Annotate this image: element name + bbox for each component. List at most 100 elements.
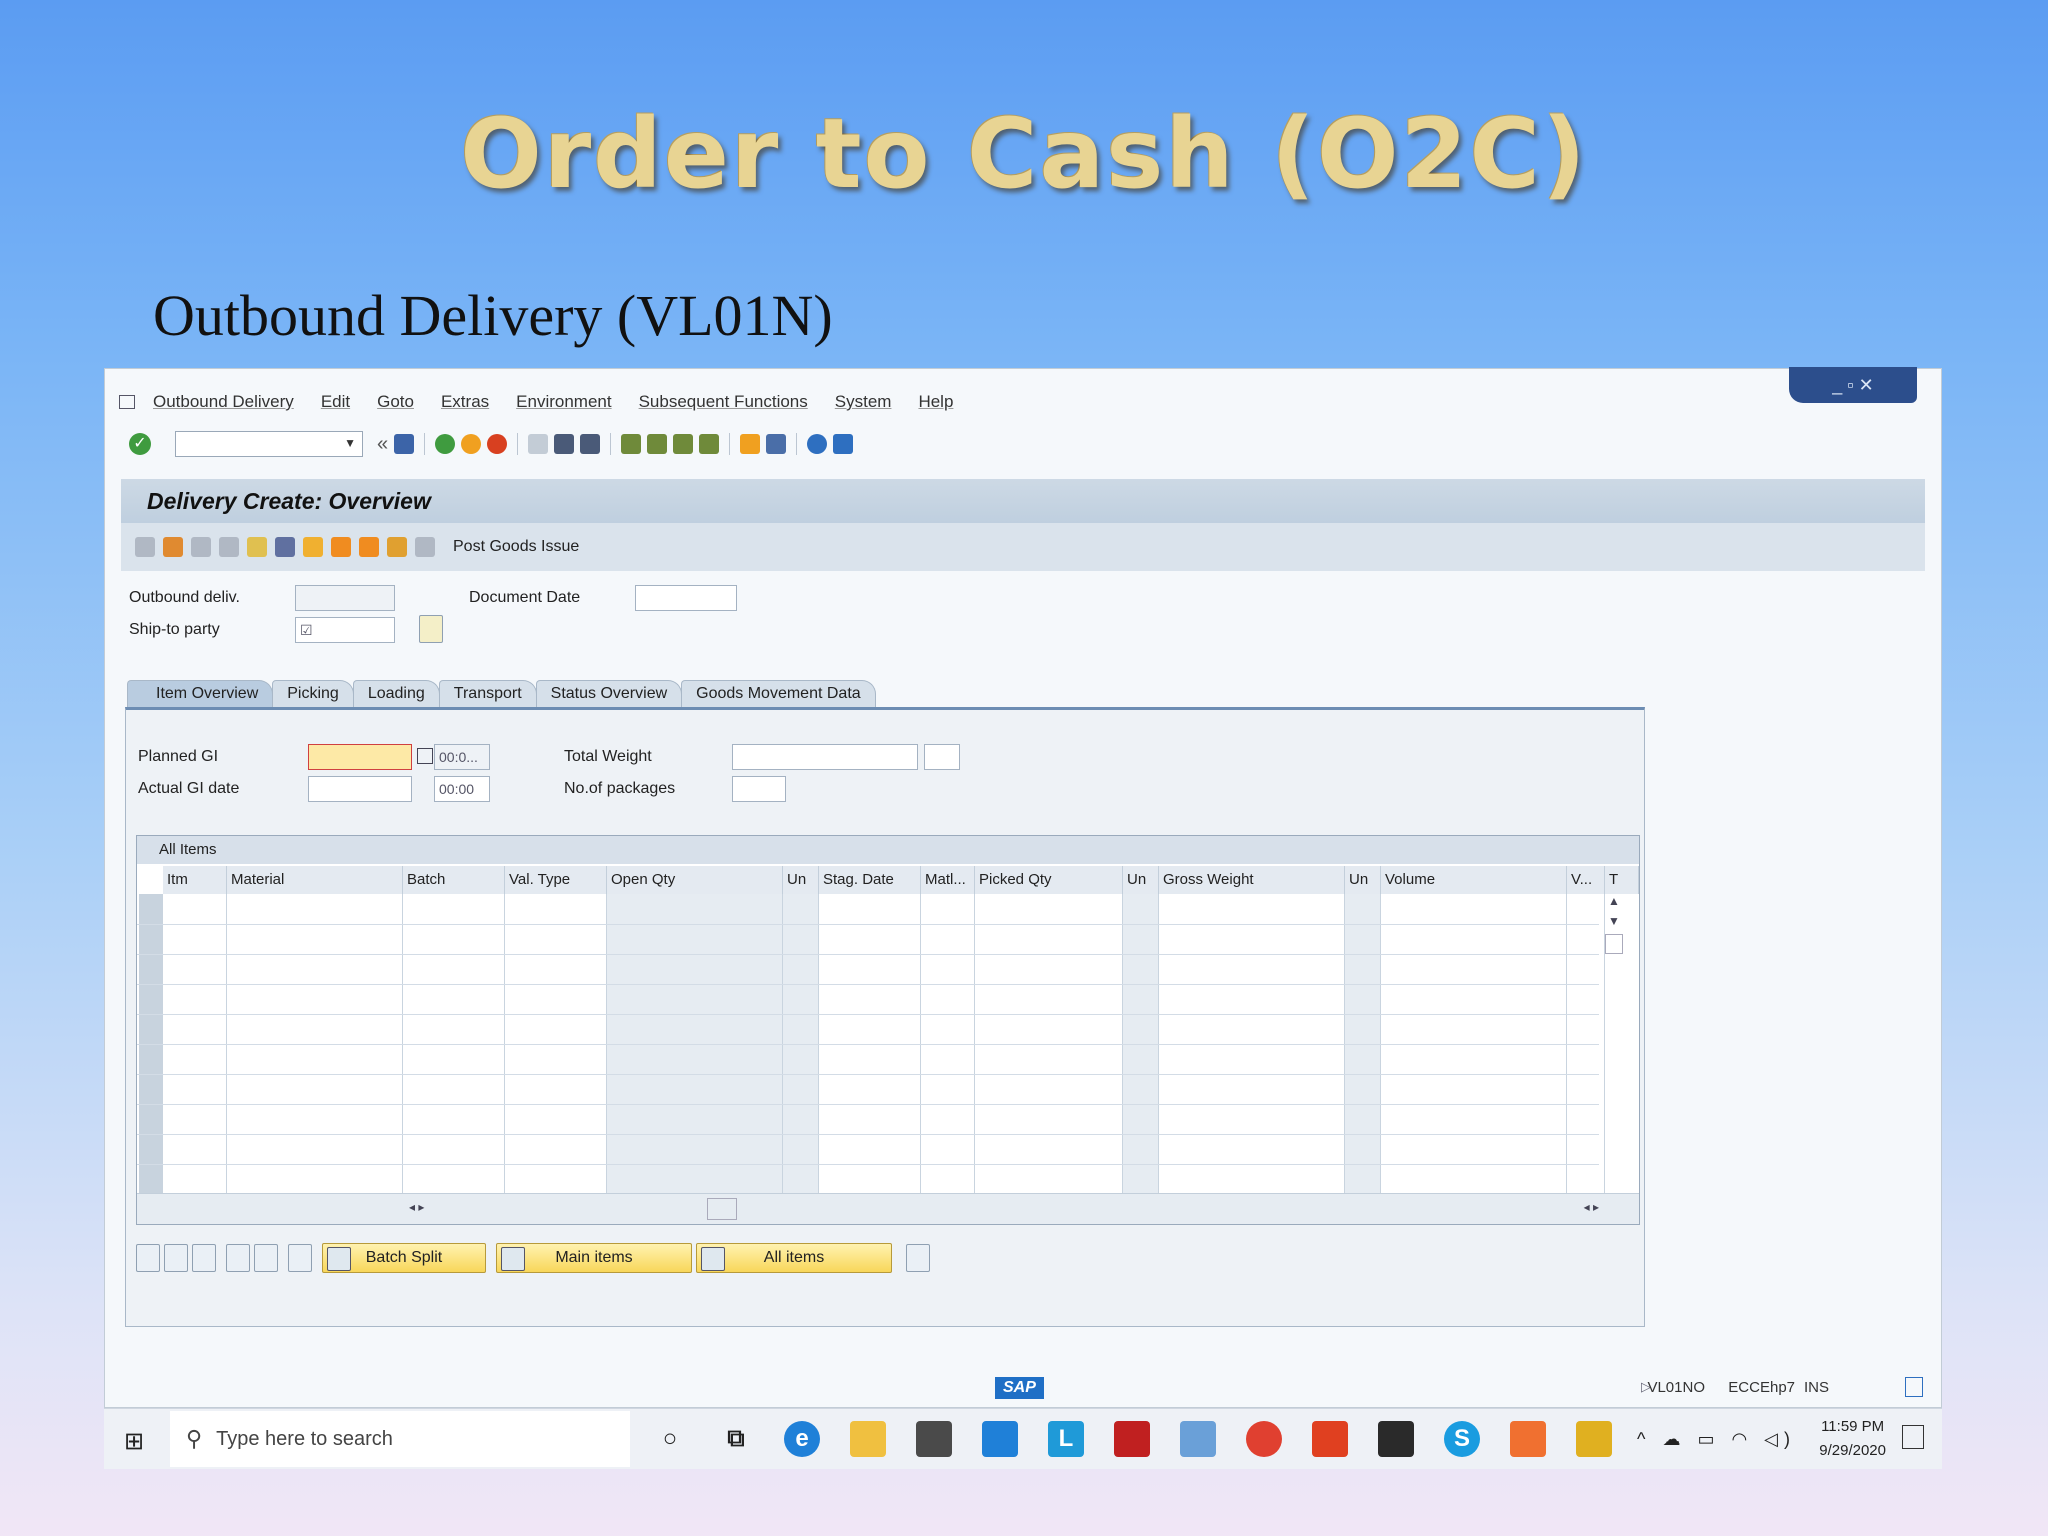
table-row[interactable] xyxy=(137,1044,1599,1045)
planned-gi-date-field[interactable] xyxy=(308,744,412,770)
column-header-unit-3[interactable]: Un xyxy=(1345,866,1381,894)
exit-icon[interactable] xyxy=(461,434,482,454)
outbound-delivery-field[interactable] xyxy=(295,585,395,611)
first-page-icon[interactable] xyxy=(621,434,642,454)
transaction-code[interactable]: VL01NO xyxy=(1647,1379,1705,1396)
print-icon[interactable] xyxy=(528,434,549,454)
header-details-icon[interactable] xyxy=(247,537,267,557)
app-icon[interactable] xyxy=(1180,1421,1216,1457)
column-header-val-type[interactable]: Val. Type xyxy=(505,866,607,894)
scroll-thumb-horizontal[interactable] xyxy=(707,1198,737,1220)
home-icon[interactable] xyxy=(387,537,407,557)
column-header-batch[interactable]: Batch xyxy=(403,866,505,894)
all-items-button[interactable]: All items xyxy=(696,1243,892,1273)
tab-goods-movement-data[interactable]: Goods Movement Data xyxy=(681,680,876,707)
layout-menu-icon[interactable] xyxy=(833,434,854,454)
table-row[interactable] xyxy=(137,984,1599,985)
taskbar-search[interactable]: ⚲ Type here to search xyxy=(170,1411,630,1467)
column-header-volume[interactable]: Volume xyxy=(1381,866,1567,894)
find-next-icon[interactable] xyxy=(580,434,601,454)
lock-icon[interactable] xyxy=(1905,1377,1923,1397)
column-header-staging-date[interactable]: Stag. Date xyxy=(819,866,921,894)
change-display-icon[interactable] xyxy=(135,537,155,557)
details-icon[interactable] xyxy=(136,1244,160,1272)
calendar-icon[interactable] xyxy=(417,748,433,764)
menu-edit[interactable]: Edit xyxy=(321,392,350,412)
sap-logon-icon[interactable] xyxy=(1576,1421,1612,1457)
menu-outbound-delivery[interactable]: Outbound Delivery xyxy=(153,392,294,412)
search-placeholder[interactable]: Type here to search xyxy=(216,1428,393,1451)
menu-extras[interactable]: Extras xyxy=(441,392,489,412)
copy-icon[interactable] xyxy=(163,537,183,557)
scroll-right-icon[interactable]: ◂ ▸ xyxy=(1584,1200,1599,1214)
item-details-icon[interactable] xyxy=(219,537,239,557)
edge-icon[interactable]: e xyxy=(784,1421,820,1457)
cortana-icon[interactable]: ○ xyxy=(652,1421,688,1457)
picking-icon[interactable] xyxy=(331,537,351,557)
new-session-icon[interactable] xyxy=(740,434,761,454)
print-preview-icon[interactable] xyxy=(906,1244,930,1272)
taskbar-clock[interactable]: 11:59 PM 9/29/2020 xyxy=(1819,1415,1886,1463)
mail-icon[interactable] xyxy=(982,1421,1018,1457)
windows-start-icon[interactable]: ⊞ xyxy=(124,1427,144,1456)
back-icon[interactable] xyxy=(435,434,456,454)
pdf-icon[interactable] xyxy=(1510,1421,1546,1457)
post-goods-issue-button[interactable]: Post Goods Issue xyxy=(453,538,579,556)
actual-gi-time-field[interactable]: 00:00 xyxy=(434,776,490,802)
table-row[interactable] xyxy=(137,1164,1599,1165)
store-icon[interactable] xyxy=(916,1421,952,1457)
menu-goto[interactable]: Goto xyxy=(377,392,414,412)
column-header-open-qty[interactable]: Open Qty xyxy=(607,866,783,894)
menu-icon[interactable] xyxy=(119,395,135,409)
chrome-icon[interactable] xyxy=(1246,1421,1282,1457)
insert-row-icon[interactable] xyxy=(226,1244,250,1272)
tab-picking[interactable]: Picking xyxy=(272,680,354,707)
deselect-all-icon[interactable] xyxy=(192,1244,216,1272)
scroll-up-icon[interactable]: ▲ xyxy=(1603,894,1625,908)
main-items-button[interactable]: Main items xyxy=(496,1243,692,1273)
scroll-down-icon[interactable]: ▼ xyxy=(1603,914,1625,928)
dropdown-arrow-icon[interactable]: ▼ xyxy=(344,436,356,450)
select-all-icon[interactable] xyxy=(164,1244,188,1272)
collapse-icon[interactable]: « xyxy=(377,433,388,456)
table-row[interactable] xyxy=(137,1104,1599,1105)
table-settings-icon[interactable]: T xyxy=(1605,866,1639,894)
last-page-icon[interactable] xyxy=(699,434,720,454)
tab-status-overview[interactable]: Status Overview xyxy=(535,680,683,707)
total-weight-field[interactable] xyxy=(732,744,918,770)
command-field[interactable]: ▼ xyxy=(175,431,363,457)
batch-split-button[interactable]: Batch Split xyxy=(322,1243,486,1273)
horizontal-scrollbar[interactable]: ◂ ▸ ◂ ▸ xyxy=(137,1193,1639,1224)
file-explorer-icon[interactable] xyxy=(850,1421,886,1457)
column-header-unit[interactable]: Un xyxy=(783,866,819,894)
table-row[interactable] xyxy=(137,1074,1599,1075)
scroll-left-icon[interactable]: ◂ ▸ xyxy=(409,1200,424,1214)
skype-icon[interactable]: S xyxy=(1444,1421,1480,1457)
scroll-thumb[interactable] xyxy=(1605,934,1623,954)
menu-environment[interactable]: Environment xyxy=(516,392,611,412)
window-controls[interactable]: _ ▫ ✕ xyxy=(1789,367,1917,403)
sticky-notes-icon[interactable] xyxy=(1378,1421,1414,1457)
tab-transport[interactable]: Transport xyxy=(438,680,537,707)
tab-loading[interactable]: Loading xyxy=(352,680,440,707)
table-row[interactable] xyxy=(137,924,1599,925)
document-date-field[interactable] xyxy=(635,585,737,611)
vertical-scrollbar[interactable]: ▲ ▼ xyxy=(1603,894,1625,1194)
column-header-material-avail[interactable]: Matl... xyxy=(921,866,975,894)
previous-page-icon[interactable] xyxy=(647,434,668,454)
find-icon[interactable] xyxy=(554,434,575,454)
column-header-item[interactable]: Itm xyxy=(163,866,227,894)
partner-icon[interactable] xyxy=(275,537,295,557)
weight-unit-field[interactable] xyxy=(924,744,960,770)
ship-to-party-field[interactable]: ☑ xyxy=(295,617,395,643)
output-icon[interactable] xyxy=(359,537,379,557)
texts-icon[interactable] xyxy=(303,537,323,557)
task-view-icon[interactable]: ⧉ xyxy=(718,1421,754,1457)
menu-system[interactable]: System xyxy=(835,392,892,412)
shortcut-icon[interactable] xyxy=(766,434,787,454)
menu-help[interactable]: Help xyxy=(918,392,953,412)
system-tray-icons[interactable]: ^ ☁ ▭ ◠ ◁) xyxy=(1637,1429,1796,1450)
table-row[interactable] xyxy=(137,1014,1599,1015)
l-app-icon[interactable]: L xyxy=(1048,1421,1084,1457)
column-header-volume-unit[interactable]: V... xyxy=(1567,866,1605,894)
